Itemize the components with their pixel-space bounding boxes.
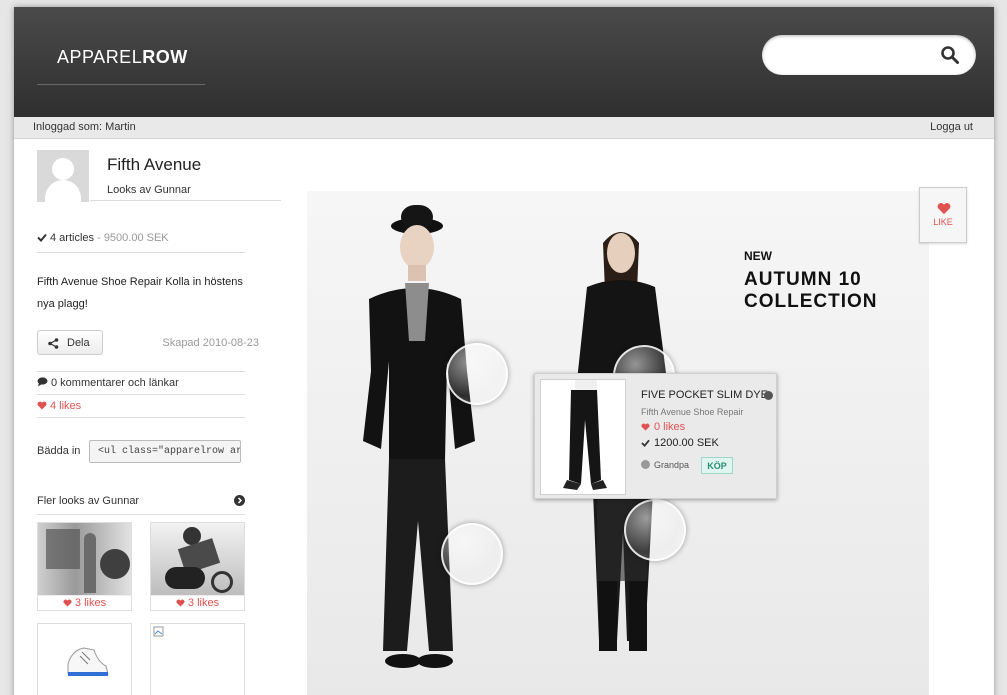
shopper-avatar-icon — [641, 460, 650, 469]
logout-link[interactable]: Logga ut — [930, 121, 973, 133]
look-likes-count: 4 likes — [50, 400, 82, 412]
avatar-head-shape — [52, 158, 74, 180]
product-shopper[interactable]: Grandpa — [641, 460, 689, 470]
logo-light-text: APPAREL — [57, 47, 143, 67]
campaign-new: NEW — [744, 249, 772, 263]
likes-count: 3 likes — [187, 597, 220, 609]
heart-icon — [641, 423, 650, 431]
look-likes-row[interactable]: 4 likes — [37, 400, 245, 418]
like-label: LIKE — [933, 217, 953, 227]
heart-icon — [37, 401, 47, 410]
heart-icon — [63, 599, 72, 607]
checkmark-icon — [37, 233, 47, 242]
articles-count: 4 articles — [50, 232, 95, 244]
articles-row: 4 articles - 9500.00 SEK — [37, 232, 245, 253]
look-description: Fifth Avenue Shoe Repair Kolla in hösten… — [37, 276, 243, 310]
user-bar: Inloggad som: Martin Logga ut — [14, 117, 994, 139]
divider — [37, 371, 245, 372]
look-thumbnail[interactable]: 3 likes — [37, 522, 132, 611]
more-looks-title: Fler looks av Gunnar — [37, 495, 140, 507]
shopper-name: Grandpa — [654, 460, 690, 470]
comments-count: 0 kommentarer och länkar — [51, 377, 179, 389]
logo-bold-text: ROW — [142, 47, 188, 67]
browser-window: APPARELROW Inloggad som: Martin Logga ut… — [14, 7, 994, 695]
logged-in-as: Inloggad som: Martin — [33, 121, 136, 133]
product-hotspot[interactable] — [441, 523, 503, 585]
look-thumbnail-image — [151, 523, 244, 595]
product-price: 1200.00 SEK — [654, 437, 719, 449]
product-image[interactable] — [540, 379, 626, 495]
created-date: Skapad 2010-08-23 — [162, 337, 259, 349]
logo-underline — [37, 84, 205, 85]
divider — [90, 200, 281, 201]
product-likes-count: 0 likes — [654, 421, 686, 433]
arrow-right-icon[interactable] — [234, 495, 245, 506]
look-thumbnail-image — [38, 523, 131, 595]
product-popup[interactable]: FIVE POCKET SLIM DYE Fifth Avenue Shoe R… — [534, 373, 777, 499]
campaign-headline: NEW AUTUMN 10 COLLECTION — [744, 249, 878, 313]
product-price-row: 1200.00 SEK — [641, 437, 719, 449]
look-thumbnail[interactable] — [37, 623, 132, 695]
site-header: APPARELROW — [14, 7, 994, 117]
campaign-title-line2: COLLECTION — [744, 291, 878, 312]
embed-label: Bädda in — [37, 445, 81, 457]
close-icon[interactable] — [764, 391, 773, 400]
buy-button[interactable]: KÖP — [701, 457, 733, 474]
apparelrow-logo[interactable]: APPARELROW — [57, 47, 188, 68]
share-icon — [48, 338, 59, 349]
look-thumbnail[interactable] — [150, 623, 245, 695]
search-input[interactable] — [762, 35, 976, 75]
avatar-body-shape — [45, 180, 81, 202]
sneaker-image — [38, 624, 131, 695]
heart-icon — [176, 599, 185, 607]
comment-icon — [37, 377, 48, 387]
product-name[interactable]: FIVE POCKET SLIM DYE — [641, 389, 771, 401]
share-label: Dela — [67, 337, 90, 349]
look-thumbnail-likes: 3 likes — [38, 595, 131, 610]
likes-count: 3 likes — [74, 597, 107, 609]
embed-code-field[interactable]: <ul class="apparelrow ar-l — [89, 440, 241, 463]
search-icon[interactable] — [940, 45, 960, 65]
look-title: Fifth Avenue — [107, 155, 202, 174]
product-likes[interactable]: 0 likes — [641, 421, 685, 433]
campaign-title-line1: AUTUMN 10 — [744, 269, 862, 290]
look-author[interactable]: Looks av Gunnar — [107, 184, 191, 196]
product-shop[interactable]: Fifth Avenue Shoe Repair — [641, 407, 743, 417]
product-hotspot[interactable] — [446, 343, 508, 405]
checkmark-icon — [641, 439, 650, 447]
product-hotspot[interactable] — [624, 499, 686, 561]
broken-image-icon — [151, 624, 244, 695]
heart-icon — [937, 203, 951, 215]
look-thumbnail-likes: 3 likes — [151, 595, 244, 610]
look-total-price: - 9500.00 SEK — [97, 232, 169, 244]
like-button[interactable]: LIKE — [919, 187, 967, 243]
look-thumbnail[interactable]: 3 likes — [150, 522, 245, 611]
avatar[interactable] — [37, 150, 89, 202]
comments-row[interactable]: 0 kommentarer och länkar — [37, 377, 245, 395]
share-button[interactable]: Dela — [37, 330, 103, 355]
more-looks-heading[interactable]: Fler looks av Gunnar — [37, 495, 245, 515]
